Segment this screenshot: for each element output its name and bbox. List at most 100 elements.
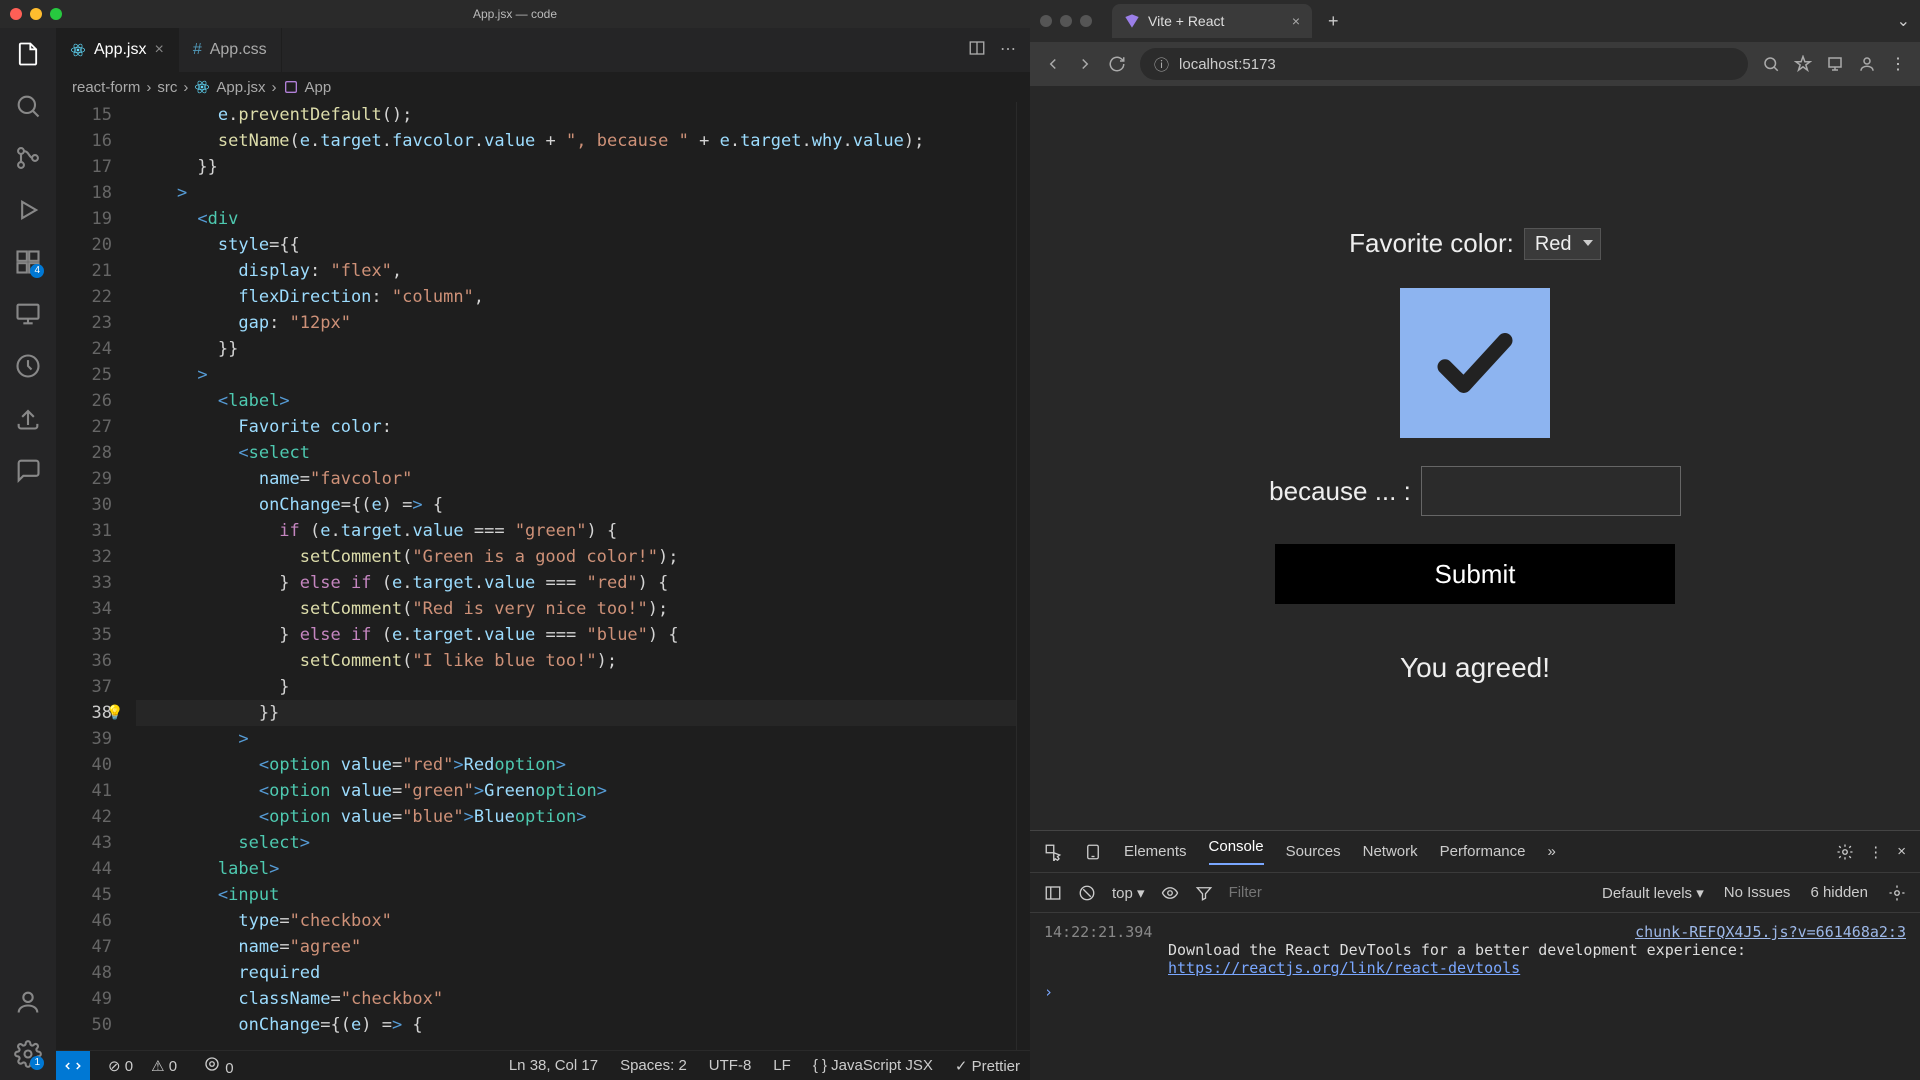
css-file-icon: #	[193, 41, 202, 59]
devtools-tab-console[interactable]: Console	[1209, 838, 1264, 865]
chevron-right-icon: ›	[183, 79, 188, 96]
because-input[interactable]	[1421, 466, 1681, 516]
favorite-color-select[interactable]: Red	[1524, 228, 1601, 260]
console-prompt[interactable]: ›	[1044, 983, 1906, 1001]
devtools-tab-elements[interactable]: Elements	[1124, 843, 1187, 860]
site-info-icon[interactable]: ⓘ	[1154, 54, 1169, 75]
language-mode[interactable]: { } JavaScript JSX	[813, 1057, 933, 1075]
encoding[interactable]: UTF-8	[709, 1057, 752, 1075]
breadcrumb-item[interactable]: react-form	[72, 79, 140, 96]
minimap[interactable]	[1016, 102, 1030, 1050]
indentation[interactable]: Spaces: 2	[620, 1057, 687, 1075]
browser-tab[interactable]: Vite + React ×	[1112, 4, 1312, 38]
live-expression-icon[interactable]	[1161, 884, 1179, 902]
context-selector[interactable]: top ▾	[1112, 884, 1145, 902]
close-icon[interactable]: ×	[1292, 13, 1300, 29]
remote-explorer-icon[interactable]	[14, 300, 42, 328]
devtools-panel: Elements Console Sources Network Perform…	[1030, 830, 1920, 1080]
back-button[interactable]	[1044, 55, 1062, 73]
extensions-icon[interactable]: 4	[14, 248, 42, 276]
search-icon[interactable]	[14, 92, 42, 120]
address-bar[interactable]: ⓘ localhost:5173	[1140, 48, 1748, 80]
window-title: App.jsx — code	[473, 7, 557, 21]
live-share-icon[interactable]	[14, 404, 42, 432]
breadcrumb-item[interactable]: src	[157, 79, 177, 96]
filter-input[interactable]	[1229, 884, 1349, 901]
hidden-count[interactable]: 6 hidden	[1810, 884, 1868, 901]
log-link[interactable]: https://reactjs.org/link/react-devtools	[1168, 959, 1520, 977]
install-app-icon[interactable]	[1826, 55, 1844, 73]
minimize-window-button[interactable]	[30, 8, 42, 20]
reload-button[interactable]	[1108, 55, 1126, 73]
settings-icon[interactable]	[1836, 843, 1854, 861]
new-tab-button[interactable]: +	[1320, 11, 1347, 32]
devtools-tab-sources[interactable]: Sources	[1286, 843, 1341, 860]
menu-icon[interactable]: ⋮	[1890, 54, 1906, 74]
devtools-tab-network[interactable]: Network	[1363, 843, 1418, 860]
minimize-window-button[interactable]	[1060, 15, 1072, 27]
tab-app-jsx[interactable]: App.jsx ×	[56, 28, 179, 72]
settings-icon[interactable]: 1	[14, 1040, 42, 1068]
issues-indicator[interactable]: No Issues	[1724, 884, 1791, 901]
log-levels-selector[interactable]: Default levels ▾	[1602, 884, 1704, 902]
agreed-text: You agreed!	[1400, 652, 1550, 684]
breadcrumb-item[interactable]: App.jsx	[216, 79, 265, 96]
errors-count[interactable]: ⊘ 0	[108, 1057, 133, 1075]
agree-checkbox[interactable]	[1400, 288, 1550, 438]
devtools-tab-performance[interactable]: Performance	[1440, 843, 1526, 860]
run-debug-icon[interactable]	[14, 196, 42, 224]
close-icon[interactable]: ×	[154, 41, 163, 59]
forward-button[interactable]	[1076, 55, 1094, 73]
tab-label: App.jsx	[94, 41, 146, 59]
breadcrumb-item[interactable]: App	[305, 79, 332, 96]
cursor-position[interactable]: Ln 38, Col 17	[509, 1057, 598, 1075]
filter-icon	[1195, 884, 1213, 902]
log-message: Download the React DevTools for a better…	[1168, 941, 1746, 959]
settings-icon[interactable]	[1888, 884, 1906, 902]
inspect-icon[interactable]	[1044, 843, 1062, 861]
testing-icon[interactable]	[14, 352, 42, 380]
more-actions-icon[interactable]: ⋯	[1000, 39, 1016, 62]
remote-indicator[interactable]	[56, 1051, 90, 1080]
window-controls	[10, 8, 62, 20]
more-tabs-icon[interactable]: »	[1548, 843, 1556, 860]
ports-icon[interactable]: 0	[203, 1055, 234, 1077]
tab-app-css[interactable]: # App.css	[179, 28, 282, 72]
kebab-menu-icon[interactable]: ⋮	[1868, 843, 1883, 861]
tab-label: App.css	[210, 41, 267, 59]
maximize-window-button[interactable]	[50, 8, 62, 20]
close-window-button[interactable]	[10, 8, 22, 20]
chat-icon[interactable]	[14, 456, 42, 484]
clear-console-icon[interactable]	[1078, 884, 1096, 902]
log-source-link[interactable]: chunk-REFQX4J5.js?v=661468a2:3	[1635, 923, 1906, 941]
symbol-icon	[283, 79, 299, 95]
breadcrumb[interactable]: react-form › src › App.jsx › App	[56, 72, 1030, 102]
warnings-count[interactable]: ⚠ 0	[151, 1057, 177, 1075]
prettier-status[interactable]: ✓ Prettier	[955, 1057, 1020, 1075]
submit-button[interactable]: Submit	[1275, 544, 1675, 604]
source-control-icon[interactable]	[14, 144, 42, 172]
maximize-window-button[interactable]	[1080, 15, 1092, 27]
browser-toolbar: ⓘ localhost:5173 ⋮	[1030, 42, 1920, 86]
bookmark-icon[interactable]	[1794, 55, 1812, 73]
log-timestamp: 14:22:21.394	[1044, 923, 1152, 941]
split-editor-icon[interactable]	[968, 39, 986, 62]
checkmark-icon	[1430, 318, 1520, 408]
eol[interactable]: LF	[773, 1057, 791, 1075]
sidebar-toggle-icon[interactable]	[1044, 884, 1062, 902]
profile-icon[interactable]	[1858, 55, 1876, 73]
accounts-icon[interactable]	[14, 988, 42, 1016]
chevron-down-icon[interactable]: ⌄	[1897, 11, 1910, 31]
device-toggle-icon[interactable]	[1084, 843, 1102, 861]
close-icon[interactable]: ×	[1897, 843, 1906, 860]
chevron-right-icon: ›	[272, 79, 277, 96]
extensions-badge: 4	[30, 264, 44, 278]
console-output[interactable]: 14:22:21.394 chunk-REFQX4J5.js?v=661468a…	[1030, 913, 1920, 1080]
explorer-icon[interactable]	[14, 40, 42, 68]
window-controls	[1040, 15, 1092, 27]
search-icon[interactable]	[1762, 55, 1780, 73]
tab-title: Vite + React	[1148, 13, 1224, 29]
close-window-button[interactable]	[1040, 15, 1052, 27]
code-editor[interactable]: 1516171819202122232425262728293031323334…	[56, 102, 1030, 1050]
code-content[interactable]: e.preventDefault(); setName(e.target.fav…	[136, 102, 1016, 1050]
